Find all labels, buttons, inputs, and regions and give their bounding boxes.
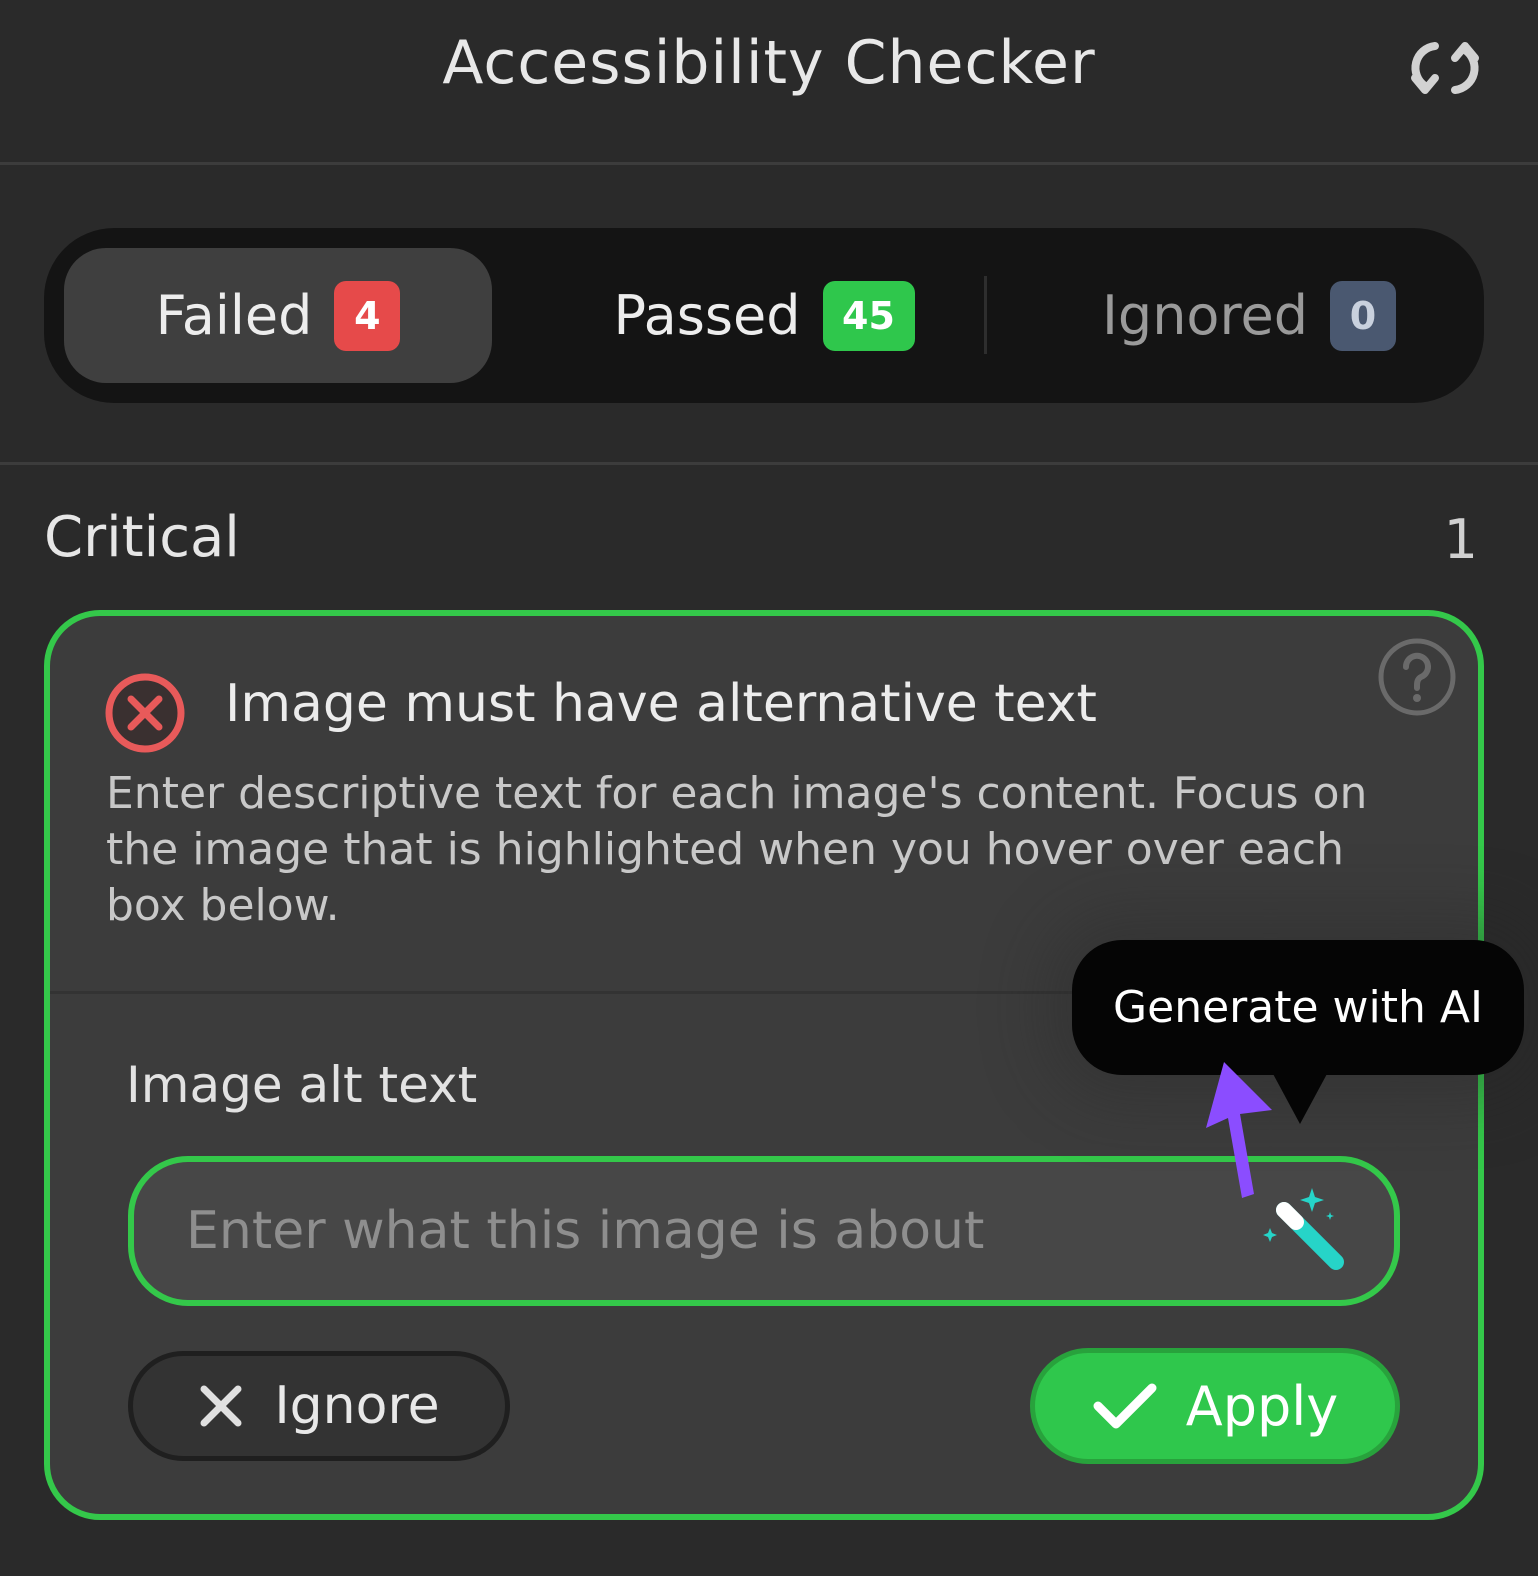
ignore-button[interactable]: Ignore xyxy=(128,1351,510,1461)
issue-title: Image must have alternative text xyxy=(225,674,1097,734)
panel-title: Accessibility Checker xyxy=(442,28,1096,98)
apply-button-label: Apply xyxy=(1185,1374,1339,1438)
result-filter-tabs: Failed 4 Passed 45 Ignored 0 xyxy=(44,228,1484,403)
tab-passed[interactable]: Passed 45 xyxy=(544,248,984,383)
help-icon[interactable] xyxy=(1376,636,1458,718)
tab-failed-label: Failed xyxy=(155,284,313,347)
alt-text-input[interactable] xyxy=(186,1162,1236,1300)
tab-passed-label: Passed xyxy=(613,284,801,347)
ignored-count-badge: 0 xyxy=(1329,280,1396,351)
accessibility-checker-panel: Accessibility Checker Failed 4 Passed 45… xyxy=(0,0,1538,1576)
section-divider xyxy=(0,462,1538,465)
tab-divider xyxy=(984,276,987,354)
severity-section-title: Critical xyxy=(44,505,240,570)
issue-description: Enter descriptive text for each image's … xyxy=(106,768,1368,931)
panel-header: Accessibility Checker xyxy=(0,0,1538,165)
alt-text-label: Image alt text xyxy=(126,1056,478,1114)
severity-section-count: 1 xyxy=(1443,508,1478,571)
pointer-arrow-icon xyxy=(1206,1062,1272,1198)
tab-failed[interactable]: Failed 4 xyxy=(64,248,492,383)
refresh-icon[interactable] xyxy=(1405,28,1485,108)
ignore-button-label: Ignore xyxy=(274,1376,440,1436)
passed-count-badge: 45 xyxy=(822,280,915,351)
tab-ignored[interactable]: Ignored 0 xyxy=(1029,248,1469,383)
checkmark-icon xyxy=(1093,1383,1157,1429)
failed-count-badge: 4 xyxy=(334,280,401,351)
tab-ignored-label: Ignored xyxy=(1102,284,1308,347)
apply-button[interactable]: Apply xyxy=(1030,1348,1400,1464)
close-icon xyxy=(200,1385,242,1427)
generate-ai-tooltip: Generate with AI xyxy=(1072,940,1524,1075)
error-icon xyxy=(105,673,185,753)
